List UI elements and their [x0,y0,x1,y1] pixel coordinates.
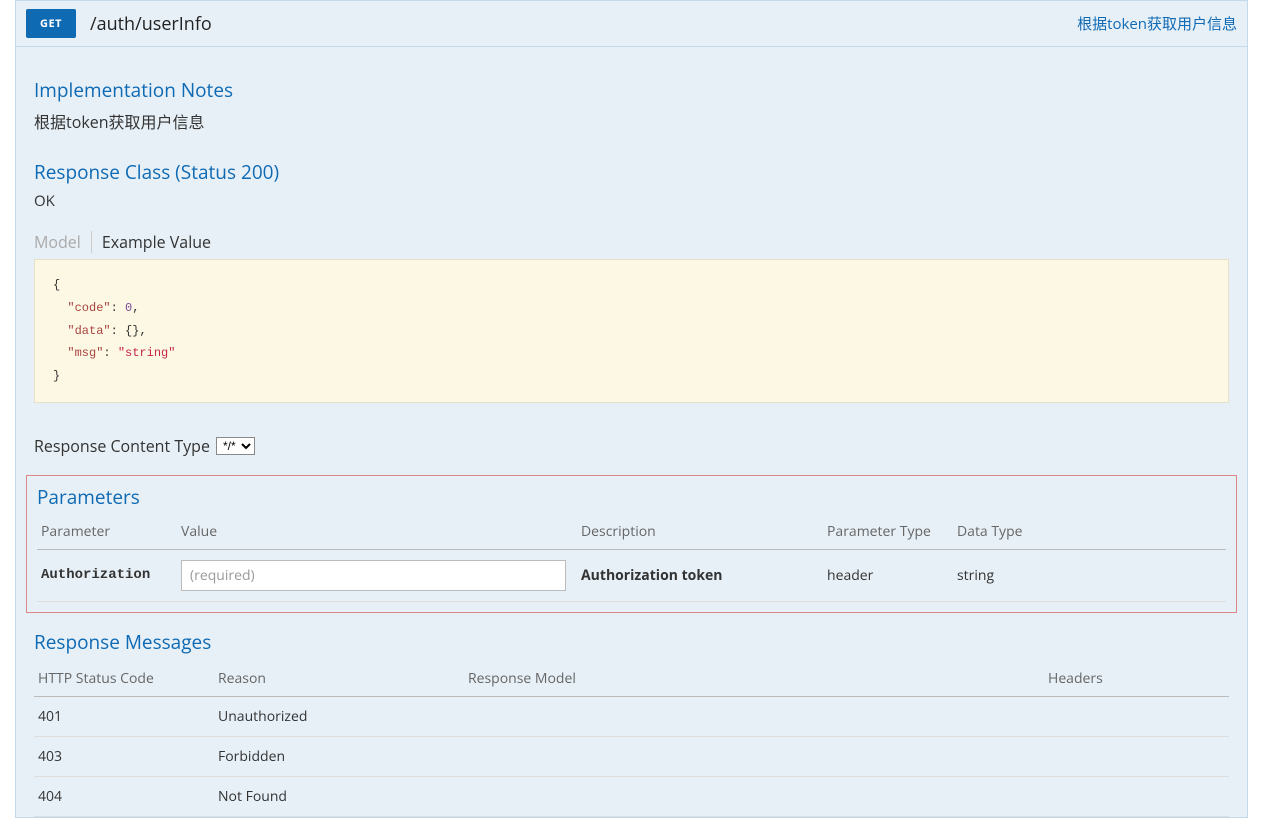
implementation-notes-text: 根据token获取用户信息 [34,109,1229,133]
status-model [464,696,1044,736]
operation-summary-link[interactable]: 根据token获取用户信息 [1077,13,1237,34]
response-content-type-label: Response Content Type [34,435,210,457]
col-description: Description [577,516,823,550]
parameters-heading: Parameters [37,484,1226,510]
operation-container: GET /auth/userInfo 根据token获取用户信息 Impleme… [15,0,1248,818]
response-messages-section: Response Messages HTTP Status Code Reaso… [16,629,1247,817]
json-key: "msg" [67,346,103,360]
param-description: Authorization token [577,549,823,601]
endpoint-path: /auth/userInfo [90,12,212,36]
json-brace: } [53,369,60,383]
json-string: "string" [118,346,176,360]
status-code: 403 [34,736,214,776]
col-response-model: Response Model [464,661,1044,697]
implementation-notes-heading: Implementation Notes [34,77,1229,103]
response-content-type-row: Response Content Type */* [34,435,1229,457]
param-type: header [823,549,953,601]
response-tabs: Model Example Value [34,231,1229,253]
parameters-section: Parameters Parameter Value Description P… [26,475,1237,613]
json-key: "data" [67,324,110,338]
operation-header[interactable]: GET /auth/userInfo 根据token获取用户信息 [16,1,1247,47]
status-headers [1044,736,1229,776]
param-name: Authorization [37,549,177,601]
col-headers: Headers [1044,661,1229,697]
http-method-badge: GET [26,9,76,38]
status-headers [1044,696,1229,736]
table-header-row: HTTP Status Code Reason Response Model H… [34,661,1229,697]
col-parameter-type: Parameter Type [823,516,953,550]
col-value: Value [177,516,577,550]
operation-body: Implementation Notes 根据token获取用户信息 Respo… [16,47,1247,817]
json-brace: { [53,278,60,292]
status-headers [1044,776,1229,816]
status-model [464,736,1044,776]
response-messages-heading: Response Messages [34,629,1229,655]
param-data-type: string [953,549,1226,601]
col-reason: Reason [214,661,464,697]
table-row: 403 Forbidden [34,736,1229,776]
table-row: 404 Not Found [34,776,1229,816]
param-value-input[interactable] [181,560,566,591]
response-class-status: OK [34,191,1229,211]
status-reason: Unauthorized [214,696,464,736]
response-content-type-select[interactable]: */* [216,437,255,455]
param-value-cell [177,549,577,601]
status-model [464,776,1044,816]
response-class-heading: Response Class (Status 200) [34,159,1229,185]
col-status-code: HTTP Status Code [34,661,214,697]
tab-model[interactable]: Model [34,231,92,253]
parameters-table: Parameter Value Description Parameter Ty… [37,516,1226,602]
table-row: Authorization Authorization token header… [37,549,1226,601]
status-reason: Forbidden [214,736,464,776]
json-key: "code" [67,301,110,315]
col-data-type: Data Type [953,516,1226,550]
tab-example-value[interactable]: Example Value [92,231,211,253]
table-row: 401 Unauthorized [34,696,1229,736]
table-header-row: Parameter Value Description Parameter Ty… [37,516,1226,550]
response-messages-table: HTTP Status Code Reason Response Model H… [34,661,1229,817]
json-object: {} [125,324,139,338]
status-code: 401 [34,696,214,736]
status-reason: Not Found [214,776,464,816]
status-code: 404 [34,776,214,816]
col-parameter: Parameter [37,516,177,550]
example-value-box[interactable]: { "code": 0, "data": {}, "msg": "string"… [34,259,1229,403]
